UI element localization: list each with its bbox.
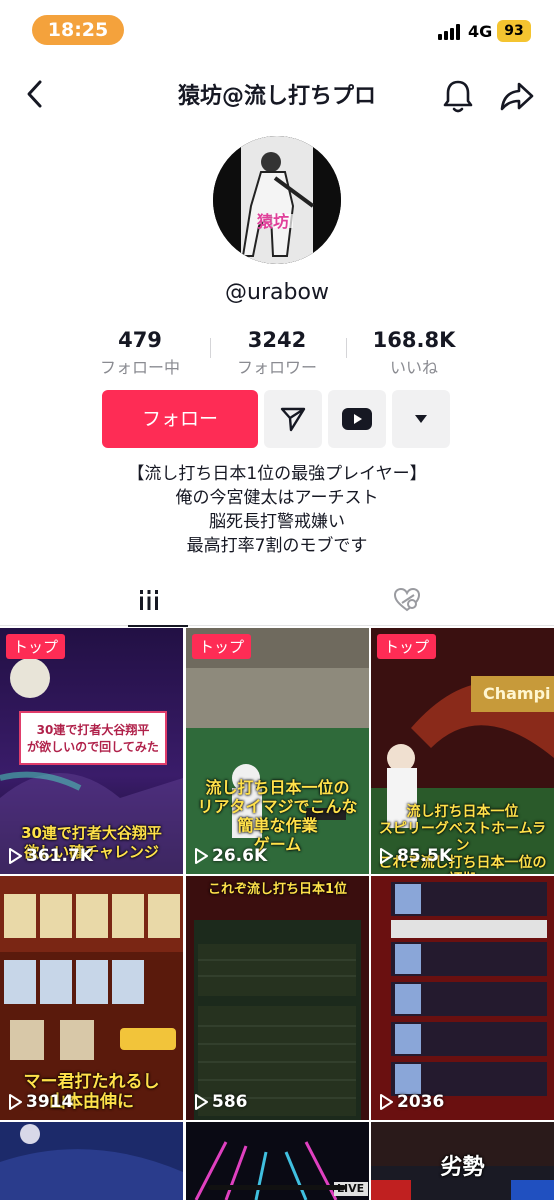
play-icon: [380, 848, 393, 864]
stat-value: 168.8K: [372, 328, 456, 352]
message-button[interactable]: [264, 390, 322, 448]
hidden-heart-icon: [393, 587, 420, 612]
bio-line: 【流し打ち日本1位の最強プレイヤー】: [127, 464, 427, 484]
home-indicator[interactable]: [208, 1185, 346, 1190]
stat-label: フォロワー: [236, 358, 317, 377]
view-count: 586: [194, 1092, 248, 1112]
profile-stats: 479 フォロー中 3242 フォロワー 168.8K いいね: [80, 328, 474, 378]
video-thumbnail[interactable]: 2036: [371, 876, 554, 1120]
status-bar: 18:25 4G 93: [0, 0, 554, 62]
avatar-label: 猿坊: [257, 212, 290, 231]
avatar-image: [213, 136, 341, 264]
thumbnail-image: [371, 876, 554, 1120]
stat-likes[interactable]: 168.8K いいね: [354, 328, 474, 378]
paper-plane-icon: [280, 407, 306, 432]
video-thumbnail[interactable]: トップ 流し打ち日本一位の リアタイマジでこんな 簡単な作業 ゲーム 26.6K: [186, 628, 369, 874]
bio-line: 脳死長打警戒嫌い: [209, 512, 345, 532]
profile-header: 猿坊@流し打ちプロ: [0, 64, 554, 124]
follow-button[interactable]: フォロー: [102, 390, 258, 448]
play-icon: [9, 1094, 22, 1110]
video-caption: 30連で打者大谷翔平 が欲しいので回してみた: [27, 723, 159, 754]
video-thumbnail[interactable]: 劣勢: [371, 1122, 554, 1200]
stat-value: 479: [118, 328, 162, 352]
profile-bio: 【流し打ち日本1位の最強プレイヤー】 俺の今宮健太はアーチスト 脳死長打警戒嫌い…: [0, 462, 554, 558]
video-caption: 流し打ち日本一位の リアタイマジでこんな 簡単な作業 ゲーム: [197, 778, 358, 854]
view-count: 3914: [8, 1092, 73, 1112]
stat-following[interactable]: 479 フォロー中: [80, 328, 200, 378]
stat-label: フォロー中: [99, 358, 180, 377]
status-time: 18:25: [32, 15, 124, 45]
video-caption: これぞ流し打ち日本1位: [207, 882, 348, 897]
stat-label: いいね: [389, 358, 438, 377]
video-thumbnail[interactable]: [0, 1122, 183, 1200]
bio-line: 最高打率7割のモブです: [186, 536, 368, 556]
video-thumbnail[interactable]: これぞ流し打ち日本1位 586: [186, 876, 369, 1120]
youtube-icon: [342, 408, 372, 430]
pinned-badge: トップ: [6, 634, 66, 659]
username: @urabow: [225, 280, 329, 305]
video-caption: 劣勢: [440, 1155, 485, 1180]
battery-level: 93: [497, 20, 531, 42]
pinned-badge: トップ: [377, 634, 437, 659]
more-dropdown-button[interactable]: [392, 390, 450, 448]
bell-icon: [443, 80, 473, 113]
champion-banner-text: Champi: [483, 684, 551, 703]
content-tabs: [0, 574, 554, 627]
video-thumbnail[interactable]: マー君打たれるし 山本由伸に 3914: [0, 876, 183, 1120]
play-icon: [9, 848, 22, 864]
divider: [210, 338, 211, 358]
view-count: 2036: [379, 1092, 444, 1112]
stat-followers[interactable]: 3242 フォロワー: [217, 328, 337, 378]
play-icon: [380, 1094, 393, 1110]
active-tab-indicator: [128, 625, 188, 627]
youtube-button[interactable]: [328, 390, 386, 448]
video-grid: トップ 30連で打者大谷翔平 が欲しいので回してみた 30連で打者大谷翔平 欲しい確…: [0, 628, 554, 1200]
bio-line: 俺の今宮健太はアーチスト: [175, 488, 379, 508]
tab-videos[interactable]: [10, 574, 287, 627]
thumbnail-image: [0, 1122, 183, 1200]
tab-liked[interactable]: [268, 574, 545, 626]
view-count: 361.7K: [8, 846, 93, 866]
thumbnail-image: [186, 876, 369, 1120]
share-button[interactable]: [497, 76, 537, 116]
network-type: 4G: [468, 22, 493, 41]
play-icon: [195, 848, 208, 864]
view-count: 26.6K: [194, 846, 267, 866]
profile-actions: フォロー: [0, 390, 554, 450]
caret-down-icon: [415, 415, 427, 423]
share-arrow-icon: [500, 82, 534, 111]
grid-icon: [136, 590, 161, 610]
signal-icon: [438, 24, 464, 40]
stat-value: 3242: [247, 328, 307, 352]
video-thumbnail[interactable]: トップ Champi 流し打ち日本一位 スピリーグベストホームラン これぞ流し打ち日…: [371, 628, 554, 874]
play-icon: [195, 1094, 208, 1110]
notification-button[interactable]: [438, 76, 478, 116]
avatar[interactable]: 猿坊: [213, 136, 341, 264]
pinned-badge: トップ: [192, 634, 252, 659]
view-count: 85.5K: [379, 846, 452, 866]
divider: [346, 338, 347, 358]
video-thumbnail[interactable]: トップ 30連で打者大谷翔平 が欲しいので回してみた 30連で打者大谷翔平 欲しい確…: [0, 628, 183, 874]
